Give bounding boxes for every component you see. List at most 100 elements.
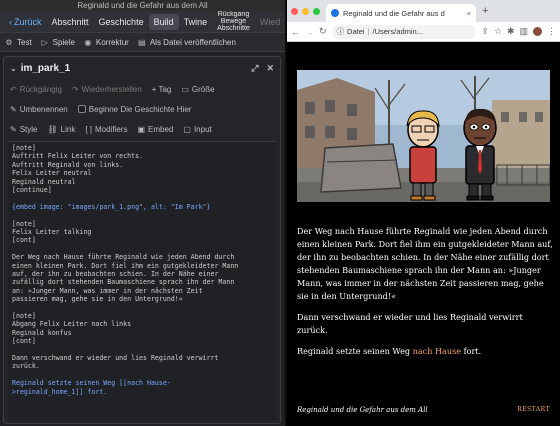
extensions-icon[interactable]: ✱ bbox=[507, 26, 515, 37]
play-icon: ▷ bbox=[41, 37, 48, 47]
source-line bbox=[12, 346, 272, 354]
link-label: Link bbox=[60, 124, 76, 134]
add-tag-button[interactable]: + Tag bbox=[152, 85, 172, 94]
share-icon[interactable]: ⇪ bbox=[481, 26, 489, 37]
source-line: {embed image: "images/park_1.png", alt: … bbox=[12, 202, 211, 211]
passage-text-editor[interactable]: [note] Auftritt Felix Leiter von rechts. A… bbox=[8, 141, 276, 421]
passage-edit-dialog: ⌄ im_park_1 ⤢ ✕ ↶ Rückgängig ↷ Wiederherst… bbox=[3, 56, 281, 424]
size-button[interactable]: ▭ Größe bbox=[181, 85, 214, 94]
tab-close-icon[interactable]: × bbox=[467, 9, 471, 18]
menu-dots-icon[interactable]: ⋮ bbox=[547, 26, 556, 37]
screen: Reginald und die Gefahr aus dem All ‹ Zur… bbox=[0, 0, 560, 426]
close-window-button[interactable] bbox=[291, 7, 298, 15]
eye-icon: ◉ bbox=[84, 37, 92, 47]
address-bar[interactable]: ⓘ Datei | /Users/admin... bbox=[331, 24, 477, 39]
redo-button[interactable]: Wied bbox=[255, 14, 285, 30]
restart-button[interactable]: RESTART bbox=[517, 406, 550, 414]
sidebar-icon[interactable]: ▥ bbox=[519, 26, 528, 37]
reload-icon[interactable]: ↻ bbox=[319, 26, 327, 37]
twine-window: Reginald und die Gefahr aus dem All ‹ Zur… bbox=[0, 0, 285, 426]
tab-bar: Reginald und die Gefahr aus d × + bbox=[287, 0, 560, 22]
rename-label: Umbenennen bbox=[19, 104, 68, 114]
redo-icon: ↷ bbox=[71, 84, 79, 94]
source-line: [cont] bbox=[12, 337, 36, 346]
tab-title: Reginald und die Gefahr aus d bbox=[343, 8, 445, 18]
dialog-header: ⌄ im_park_1 ⤢ ✕ bbox=[4, 57, 280, 79]
redo-button[interactable]: ↷ Wiederherstellen bbox=[72, 85, 142, 94]
brush-icon: ✎ bbox=[10, 124, 17, 134]
source-line bbox=[12, 371, 272, 379]
proof-button[interactable]: ◉ Korrektur bbox=[83, 37, 128, 47]
bookmark-icon[interactable]: ☆ bbox=[494, 26, 502, 37]
tab-story[interactable]: Reginald und die Gefahr aus d × bbox=[326, 4, 476, 22]
paragraph-3-end: fort. bbox=[461, 346, 482, 356]
new-tab-button[interactable]: + bbox=[482, 5, 488, 17]
chevron-left-icon: ‹ bbox=[9, 16, 12, 27]
story-paragraph-1: Der Weg nach Hause führte Reginald wie j… bbox=[297, 226, 553, 301]
footer-title: Reginald und die Gefahr aus dem All bbox=[297, 406, 428, 414]
input-label: Input bbox=[193, 124, 212, 134]
zoom-window-button[interactable] bbox=[313, 7, 320, 15]
story-paragraph-2: Dann verschwand er wieder und lies Regin… bbox=[297, 312, 523, 335]
edit-actions-row: ↶ Rückgängig ↷ Wiederherstellen + Tag ▭ Grö… bbox=[4, 79, 280, 99]
browser-window: Reginald und die Gefahr aus d × + ← → ↻ … bbox=[287, 0, 560, 426]
menu-bar: ‹ Zurück Abschnitt Geschichte Build Twine… bbox=[0, 11, 285, 33]
passage-text: Der Weg nach Hause führte Reginald wie j… bbox=[297, 225, 553, 366]
play-button[interactable]: ▷ Spiele bbox=[40, 38, 75, 47]
source-line: Auftritt Reginald von links. bbox=[12, 160, 124, 169]
nach-hause-link[interactable]: nach Hause bbox=[413, 346, 461, 356]
story-footer: Reginald und die Gefahr aus dem All REST… bbox=[297, 406, 550, 414]
style-label: Style bbox=[19, 124, 38, 134]
gear-icon: ⚙ bbox=[5, 37, 13, 47]
source-line: [cont] bbox=[12, 236, 36, 245]
modifiers-button[interactable]: [ ] Modifiers bbox=[85, 125, 127, 134]
undo-move-button[interactable]: Rückgang Bewege Abschnitte bbox=[212, 11, 255, 32]
test-button[interactable]: ⚙ Test bbox=[4, 37, 32, 47]
start-here-label: Beginne Die Geschichte Hier bbox=[88, 104, 192, 114]
undo-icon: ↶ bbox=[10, 84, 17, 94]
source-line: auf, der ihn zu beobachten schien. In de… bbox=[12, 270, 219, 279]
globe-icon bbox=[331, 9, 339, 17]
avatar[interactable] bbox=[533, 27, 542, 36]
menu-build[interactable]: Build bbox=[148, 13, 179, 30]
source-line: Der Weg nach Hause führte Reginald wie j… bbox=[12, 253, 235, 262]
info-icon: ⓘ bbox=[336, 27, 345, 36]
test-label: Test bbox=[17, 37, 32, 47]
menu-story[interactable]: Geschichte bbox=[94, 14, 149, 30]
close-icon[interactable]: ✕ bbox=[266, 63, 274, 74]
address-label: Datei bbox=[347, 27, 365, 36]
park-scene-image bbox=[297, 70, 550, 202]
passage-name: im_park_1 bbox=[20, 62, 71, 74]
start-here-checkbox[interactable]: Beginne Die Geschichte Hier bbox=[77, 104, 192, 114]
size-label: Größe bbox=[191, 84, 215, 94]
embed-button[interactable]: ▣ Embed bbox=[137, 125, 173, 134]
collapse-icon[interactable]: ⌄ bbox=[10, 64, 17, 73]
source-line: [note] bbox=[12, 144, 36, 152]
undo-button[interactable]: ↶ Rückgängig bbox=[10, 85, 62, 94]
source-line: [note] bbox=[12, 219, 36, 228]
back-arrow-icon[interactable]: ← bbox=[291, 27, 300, 37]
back-label: Zurück bbox=[14, 16, 42, 27]
rename-icon: ✎ bbox=[10, 104, 17, 114]
checkbox-icon bbox=[77, 105, 86, 113]
forward-arrow-icon[interactable]: → bbox=[305, 27, 314, 37]
window-controls bbox=[291, 7, 320, 15]
source-line: zufällig dort stehenden Baumaschiene spr… bbox=[12, 278, 235, 287]
source-line: Reginald konfus bbox=[12, 328, 72, 337]
menu-passage[interactable]: Abschnitt bbox=[47, 14, 94, 30]
source-line: Reginald setzte seinen Weg [[nach Hause- bbox=[12, 379, 171, 388]
menu-twine[interactable]: Twine bbox=[179, 14, 213, 30]
rename-button[interactable]: ✎ Umbenennen bbox=[10, 105, 68, 114]
minimize-window-button[interactable] bbox=[302, 7, 309, 15]
source-line bbox=[12, 211, 272, 219]
back-button[interactable]: ‹ Zurück bbox=[4, 14, 47, 30]
link-button[interactable]: ⛓ Link bbox=[48, 125, 76, 134]
source-line: Felix Leiter talking bbox=[12, 228, 92, 237]
maximize-icon[interactable]: ⤢ bbox=[251, 63, 258, 74]
input-button[interactable]: ▢ Input bbox=[183, 125, 211, 134]
source-line: Reginald neutral bbox=[12, 177, 76, 186]
publish-button[interactable]: ▤ Als Datei veröffentlichen bbox=[137, 38, 236, 47]
source-line bbox=[12, 245, 272, 253]
source-line: >reginald_home_1]] fort. bbox=[12, 387, 108, 396]
style-button[interactable]: ✎ Style bbox=[10, 125, 38, 134]
